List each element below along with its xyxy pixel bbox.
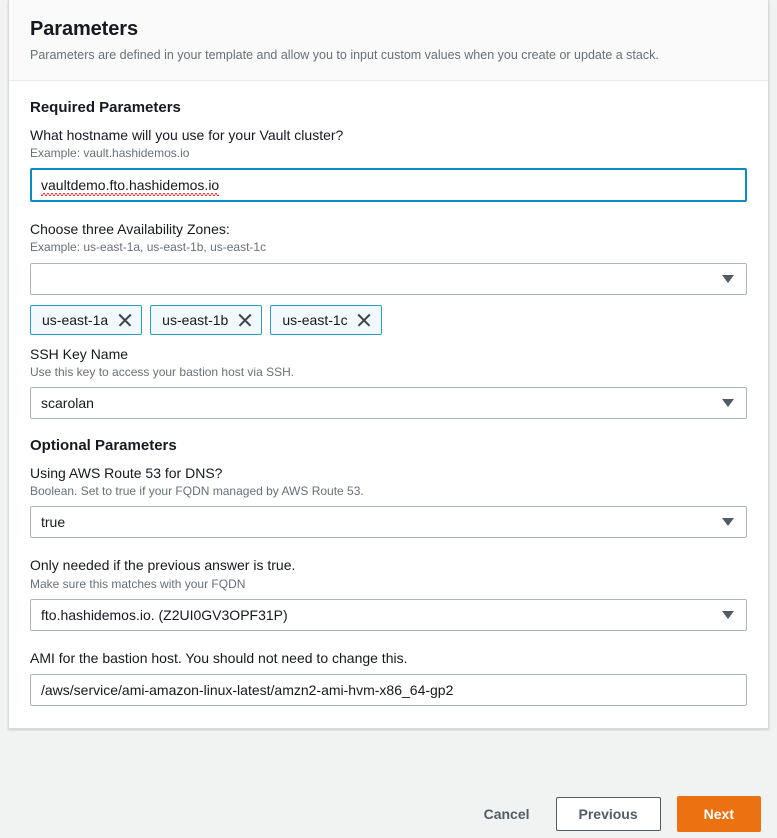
field-hosted-zone-label: Only needed if the previous answer is tr… — [30, 557, 296, 574]
token-us-east-1a[interactable]: us-east-1a — [30, 304, 143, 335]
field-hostname-description: Example: vault.hashidemos.io — [30, 146, 190, 161]
field-ssh-key-description: Use this key to access your bastion host… — [30, 364, 295, 379]
token-us-east-1b[interactable]: us-east-1b — [150, 304, 263, 335]
hostname-input-value: vaultdemo.fto.hashidemos.io — [41, 177, 220, 197]
field-hosted-zone: Only needed if the previous answer is tr… — [30, 556, 747, 631]
chevron-down-icon — [722, 610, 734, 619]
field-availability-zones-description: Example: us-east-1a, us-east-1b, us-east… — [30, 240, 267, 255]
cancel-button[interactable]: Cancel — [474, 798, 540, 830]
chevron-down-icon — [722, 274, 734, 283]
field-ssh-key: SSH Key Name Use this key to access your… — [30, 345, 747, 419]
next-button[interactable]: Next — [676, 796, 761, 832]
close-icon[interactable] — [237, 312, 252, 327]
previous-button[interactable]: Previous — [555, 797, 661, 831]
section-title-optional: Optional Parameters — [30, 437, 177, 454]
hosted-zone-select-value: fto.hashidemos.io. (Z2UI0GV3OPF31P) — [41, 606, 288, 623]
route53-select[interactable]: true — [30, 506, 747, 539]
ami-input[interactable]: /aws/service/ami-amazon-linux-latest/amz… — [30, 673, 747, 706]
page-title: Parameters — [30, 18, 138, 40]
page-subtitle: Parameters are defined in your template … — [30, 48, 659, 62]
field-availability-zones: Choose three Availability Zones: Example… — [30, 220, 747, 335]
availability-zones-token-list: us-east-1a us-east-1b us-east-1c — [30, 304, 747, 335]
card-header: Parameters Parameters are defined in you… — [9, 0, 768, 81]
availability-zones-select[interactable] — [30, 262, 747, 295]
close-icon[interactable] — [357, 312, 372, 327]
route53-select-value: true — [41, 514, 66, 531]
token-label: us-east-1a — [42, 311, 109, 328]
field-hostname: What hostname will you use for your Vaul… — [30, 126, 747, 203]
section-title-required: Required Parameters — [30, 98, 181, 116]
field-route53-description: Boolean. Set to true if your FQDN manage… — [30, 484, 364, 499]
chevron-down-icon — [722, 518, 734, 527]
card-body: Required Parameters What hostname will y… — [9, 81, 768, 728]
field-ami: AMI for the bastion host. You should not… — [30, 649, 747, 706]
field-ami-label: AMI for the bastion host. You should not… — [30, 649, 408, 666]
ami-input-value: /aws/service/ami-amazon-linux-latest/amz… — [41, 681, 454, 698]
parameters-card: Parameters Parameters are defined in you… — [8, 0, 769, 729]
hostname-input[interactable]: vaultdemo.fto.hashidemos.io — [30, 168, 747, 203]
ssh-key-select[interactable]: scarolan — [30, 387, 747, 419]
field-route53: Using AWS Route 53 for DNS? Boolean. Set… — [30, 464, 747, 539]
token-label: us-east-1b — [162, 311, 229, 328]
token-label: us-east-1c — [282, 311, 348, 328]
field-ssh-key-label: SSH Key Name — [30, 345, 129, 362]
hosted-zone-select[interactable]: fto.hashidemos.io. (Z2UI0GV3OPF31P) — [30, 598, 747, 631]
ssh-key-select-value: scarolan — [41, 395, 94, 411]
wizard-footer: Cancel Previous Next — [0, 790, 777, 838]
close-icon[interactable] — [117, 312, 132, 327]
hostname-input-value-wrap: vaultdemo.fto.hashidemos.io — [41, 177, 220, 197]
token-us-east-1c[interactable]: us-east-1c — [270, 304, 382, 335]
field-hostname-label: What hostname will you use for your Vaul… — [30, 126, 344, 143]
chevron-down-icon — [722, 399, 734, 407]
field-route53-label: Using AWS Route 53 for DNS? — [30, 465, 223, 481]
field-availability-zones-label: Choose three Availability Zones: — [30, 221, 230, 238]
field-hosted-zone-description: Make sure this matches with your FQDN — [30, 576, 246, 591]
